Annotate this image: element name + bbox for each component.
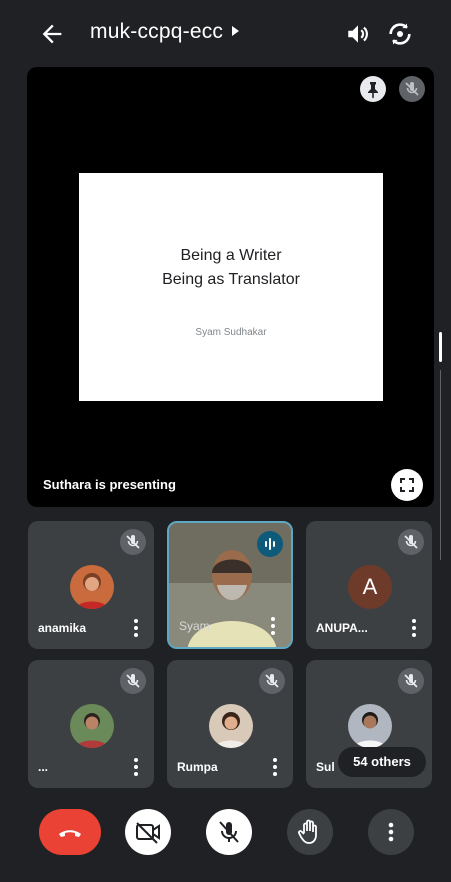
caret-right-icon[interactable] — [232, 26, 239, 36]
end-call-icon — [59, 830, 81, 837]
avatar — [348, 704, 392, 748]
participant-tile[interactable]: anamika — [28, 521, 154, 649]
pin-icon[interactable] — [360, 76, 386, 102]
others-count-badge[interactable]: 54 others — [338, 747, 426, 777]
slide-title-line-1: Being a Writer — [180, 247, 282, 264]
participant-tile[interactable]: Rumpa — [167, 660, 293, 788]
fullscreen-icon[interactable] — [391, 469, 423, 501]
camera-toggle-button[interactable] — [125, 809, 171, 855]
mic-toggle-button[interactable] — [206, 809, 252, 855]
participant-name: Rumpa — [177, 760, 218, 774]
raise-hand-icon — [298, 819, 317, 844]
mic-off-icon — [399, 76, 425, 102]
more-vertical-icon[interactable] — [412, 619, 416, 637]
raise-hand-button[interactable] — [287, 809, 333, 855]
participant-video-tile[interactable]: Syam — [167, 521, 293, 649]
speaking-indicator-icon — [257, 531, 283, 557]
scrollbar-thumb[interactable] — [439, 332, 442, 362]
more-options-button[interactable] — [368, 809, 414, 855]
switch-camera-icon[interactable] — [386, 20, 414, 48]
more-vertical-icon[interactable] — [273, 758, 277, 776]
arrow-left-icon[interactable] — [38, 20, 66, 48]
participant-name: Syam — [179, 619, 210, 633]
mic-off-icon — [120, 668, 146, 694]
top-bar: muk-ccpq-ecc — [0, 0, 451, 66]
participant-tile[interactable]: A ANUPA... — [306, 521, 432, 649]
more-vertical-icon[interactable] — [271, 617, 275, 635]
end-call-button[interactable] — [39, 809, 101, 855]
speaker-icon[interactable] — [344, 21, 372, 47]
camera-off-icon — [136, 822, 160, 844]
avatar — [209, 704, 253, 748]
participant-name: anamika — [38, 621, 87, 635]
mic-off-icon — [398, 668, 424, 694]
avatar — [70, 704, 114, 748]
participant-tile[interactable]: ... — [28, 660, 154, 788]
mic-off-icon — [398, 529, 424, 555]
presentation-slide: Being a Writer Being as Translator Syam … — [79, 173, 383, 401]
avatar — [70, 565, 114, 609]
mic-off-icon — [259, 668, 285, 694]
presentation-view[interactable]: Being a Writer Being as Translator Syam … — [27, 67, 434, 507]
participant-name: ANUPA... — [316, 621, 368, 635]
participant-name: ... — [38, 760, 49, 774]
avatar-letter: A — [348, 565, 392, 609]
scrollbar-track[interactable] — [440, 370, 441, 560]
presenting-label: Suthara is presenting — [43, 477, 176, 492]
more-vertical-icon — [388, 822, 394, 842]
slide-author: Syam Sudhakar — [195, 327, 267, 338]
participant-name: Sul — [316, 760, 335, 774]
mic-off-icon — [219, 821, 239, 843]
more-vertical-icon[interactable] — [134, 619, 138, 637]
mic-off-icon — [120, 529, 146, 555]
slide-title-line-2: Being as Translator — [162, 271, 300, 288]
more-vertical-icon[interactable] — [134, 758, 138, 776]
meeting-code[interactable]: muk-ccpq-ecc — [90, 20, 223, 44]
